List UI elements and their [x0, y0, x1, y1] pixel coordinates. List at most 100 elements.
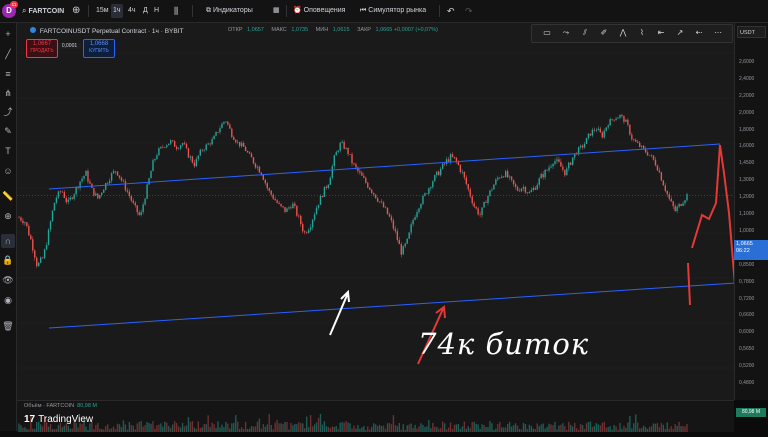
elliott-wave-icon[interactable]: ⌇ — [635, 26, 649, 40]
candle-body — [542, 174, 544, 178]
volume-bar — [568, 421, 570, 432]
candle-body — [229, 124, 231, 129]
pattern-icon[interactable]: ⋀ — [616, 26, 630, 40]
candle-body — [191, 156, 194, 163]
measure-icon[interactable]: ⇤ — [654, 26, 668, 40]
candle-body — [55, 197, 58, 203]
parallel-channel-icon[interactable]: ⫽ — [578, 26, 592, 40]
timeframe-button[interactable]: 1ч — [111, 4, 123, 18]
candle-body — [560, 161, 562, 167]
candle-body — [276, 200, 278, 203]
candle-body — [258, 166, 261, 173]
indicators-label: Индикаторы — [212, 7, 253, 14]
volume-bar — [140, 421, 142, 432]
sell-button[interactable]: 1,0667 ПРОДАТЬ — [26, 39, 58, 58]
alerts-button[interactable]: ⏰ Оповещения — [293, 0, 345, 22]
volume-bar — [353, 425, 355, 432]
volume-bar — [237, 421, 239, 432]
volume-pane[interactable] — [17, 400, 734, 432]
candle-body — [351, 154, 353, 164]
volume-bar — [47, 426, 50, 432]
fib-icon[interactable]: ⤴ — [1, 105, 15, 119]
candle-body — [61, 191, 64, 193]
candle-body — [605, 127, 607, 131]
volume-bar — [599, 425, 601, 432]
timeframe-button[interactable]: Д — [141, 4, 150, 18]
volume-bar — [99, 428, 101, 432]
price-scale-label: 0,8500 — [739, 261, 755, 268]
candle-body — [65, 197, 67, 203]
price-scale[interactable]: 2,6000 2,4000 2,2000 2,0000 1,8000 1,6000 1,45… — [734, 23, 768, 400]
emoji-icon[interactable]: ☺ — [1, 164, 15, 178]
candle-body — [207, 143, 209, 145]
candle-body — [398, 240, 401, 245]
undo-icon[interactable]: ↶ — [447, 0, 455, 22]
candle-body — [603, 130, 605, 138]
candle-body — [195, 159, 198, 167]
buy-button[interactable]: 1,0668 КУПИТЬ — [83, 39, 115, 58]
horizontal-lines-icon[interactable]: ≡ — [1, 67, 15, 81]
replay-button[interactable]: ⏮ Симулятор рынка — [360, 0, 426, 22]
volume-bar — [284, 421, 286, 432]
volume-value: 80,98 M — [77, 403, 97, 409]
legend-title[interactable]: FARTCOINUSDT Perpetual Contract · 1ч · B… — [30, 27, 183, 35]
volume-bar — [469, 428, 471, 432]
brush-icon[interactable]: ✎ — [1, 124, 15, 138]
visibility-icon[interactable]: ◉ — [1, 293, 15, 307]
long-position-icon[interactable]: ⇠ — [692, 26, 706, 40]
candle-body — [432, 181, 434, 188]
price-scale-label: 1,8000 — [739, 126, 755, 133]
ruler-icon[interactable]: 📏 — [1, 189, 15, 203]
candle-body — [47, 229, 50, 245]
currency-select[interactable]: USDT — [737, 26, 766, 38]
candle-body — [335, 152, 337, 156]
hide-drawings-icon[interactable]: 👁 — [1, 273, 15, 287]
trend-line-icon[interactable]: ╱ — [1, 47, 15, 61]
indicators-button[interactable]: ⧉ Индикаторы — [206, 0, 253, 22]
crosshair-icon[interactable]: + — [1, 27, 15, 41]
symbol-search-button[interactable]: ⌕ FARTCOIN — [22, 0, 64, 22]
path-icon[interactable]: ⤳ — [559, 26, 573, 40]
timeframe-button[interactable]: 15м — [94, 4, 111, 18]
pitchfork-icon[interactable]: ⋔ — [1, 86, 15, 100]
candle-body — [430, 187, 432, 189]
candle-body — [390, 216, 393, 221]
search-icon: ⌕ — [22, 6, 27, 15]
more-tools-icon[interactable]: ⋯ — [711, 26, 725, 40]
candle-body — [41, 257, 44, 259]
lock-drawings-icon[interactable]: 🔒 — [1, 253, 15, 267]
candle-body — [278, 202, 280, 204]
timeframe-button[interactable]: Н — [152, 4, 161, 18]
brush-tool-icon[interactable]: ✐ — [597, 26, 611, 40]
candle-body — [485, 202, 487, 203]
text-tool-icon[interactable]: T — [1, 144, 15, 158]
chart-pane[interactable] — [17, 23, 736, 400]
candle-body — [254, 163, 257, 168]
rectangle-icon[interactable]: ▭ — [540, 26, 554, 40]
candles-style-icon[interactable]: ⫼ — [174, 0, 178, 22]
candle-body — [495, 179, 497, 185]
volume-bar — [583, 428, 586, 432]
candle-body — [189, 156, 192, 158]
volume-bar — [323, 421, 326, 432]
candle-body — [177, 148, 180, 150]
zoom-in-icon[interactable]: ⊕ — [1, 209, 15, 223]
compare-symbol-icon[interactable]: ⊕ — [72, 0, 80, 22]
tradingview-logo[interactable]: 17 TradingView — [24, 413, 93, 427]
arrow-tool-icon[interactable]: ↗ — [673, 26, 687, 40]
candlestick-chart[interactable] — [17, 23, 736, 400]
candle-body — [593, 129, 596, 131]
volume-bar — [516, 425, 519, 432]
candle-body — [51, 210, 54, 222]
candle-body — [678, 204, 680, 207]
timeframe-button[interactable]: 4ч — [126, 4, 138, 18]
candle-body — [81, 178, 83, 182]
candle-body — [242, 143, 245, 147]
layouts-icon[interactable]: ▦ — [273, 0, 280, 22]
candle-body — [617, 117, 619, 119]
volume-bar — [168, 426, 170, 432]
magnet-icon[interactable]: ∩ — [1, 234, 15, 248]
redo-icon[interactable]: ↷ — [465, 0, 473, 22]
volume-bar — [120, 427, 123, 432]
trash-icon[interactable]: 🗑 — [1, 319, 15, 333]
